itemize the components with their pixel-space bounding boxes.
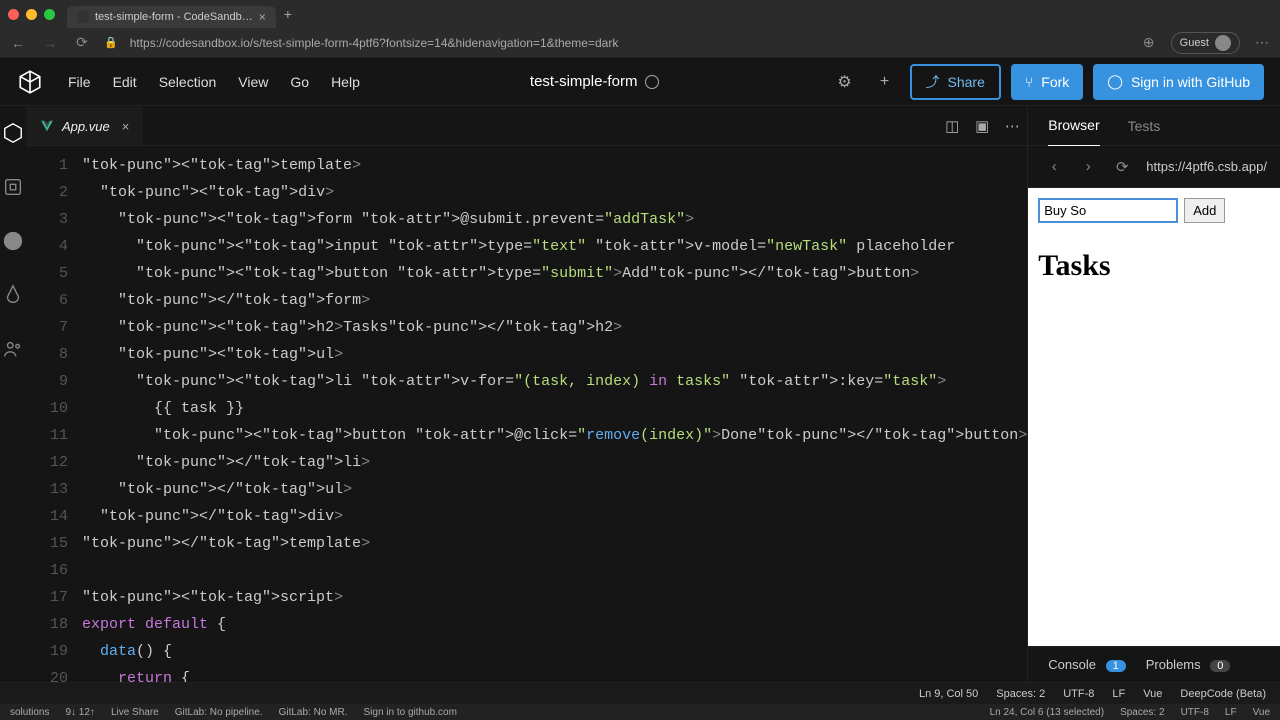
avatar-icon — [1215, 35, 1231, 51]
fork-icon: ⑂ — [1025, 74, 1033, 90]
menu-view[interactable]: View — [238, 74, 268, 90]
live-icon[interactable] — [0, 336, 26, 362]
git-commits[interactable]: 9↓ 12↑ — [65, 707, 94, 718]
main-menu: File Edit Selection View Go Help — [68, 74, 360, 90]
tasks-heading: Tasks — [1038, 249, 1280, 283]
bottom-encoding[interactable]: UTF-8 — [1181, 707, 1209, 718]
github-signin-button[interactable]: ◯ Sign in with GitHub — [1093, 64, 1264, 100]
traffic-lights — [8, 9, 55, 20]
console-bar: Console 1 Problems 0 ⌃ — [1028, 646, 1280, 682]
file-tab-label: App.vue — [62, 119, 110, 134]
lock-icon[interactable]: 🔒 — [104, 36, 118, 49]
language-mode[interactable]: Vue — [1143, 688, 1162, 700]
browser-menu-icon[interactable]: ⋯ — [1252, 34, 1272, 51]
reload-button[interactable]: ⟳ — [72, 34, 92, 51]
preview-pane: Browser Tests ‹ › ⟳ https://4ptf6.csb.ap… — [1027, 106, 1280, 682]
bottom-bar: solutions 9↓ 12↑ Live Share GitLab: No p… — [0, 704, 1280, 720]
project-title[interactable]: test-simple-form — [530, 73, 638, 90]
mac-minimize-button[interactable] — [26, 9, 37, 20]
favicon — [77, 11, 89, 23]
file-tab-close-icon[interactable]: × — [122, 119, 130, 134]
browser-url-bar: ← → ⟳ 🔒 https://codesandbox.io/s/test-si… — [0, 28, 1280, 58]
mac-fullscreen-button[interactable] — [44, 9, 55, 20]
settings-icon[interactable]: ⚙ — [830, 67, 860, 97]
gitlab-pipeline[interactable]: GitLab: No pipeline. — [175, 707, 263, 718]
tab-tests[interactable]: Tests — [1128, 118, 1161, 134]
add-icon[interactable]: + — [870, 67, 900, 97]
url-field[interactable]: https://codesandbox.io/s/test-simple-for… — [130, 36, 1127, 50]
menu-edit[interactable]: Edit — [113, 74, 137, 90]
add-button[interactable]: Add — [1184, 198, 1225, 223]
menu-selection[interactable]: Selection — [159, 74, 217, 90]
editor-area: App.vue × ◫ ▣ ⋯ 123456789101112131415161… — [26, 106, 1027, 682]
preview-tabs: Browser Tests — [1028, 106, 1280, 146]
codesandbox-logo[interactable] — [16, 68, 44, 96]
explorer-icon[interactable] — [0, 120, 26, 146]
bottom-spaces[interactable]: Spaces: 2 — [1120, 707, 1164, 718]
deepcode[interactable]: DeepCode (Beta) — [1180, 688, 1266, 700]
bottom-eol[interactable]: LF — [1225, 707, 1237, 718]
mac-close-button[interactable] — [8, 9, 19, 20]
mac-window-chrome: test-simple-form - CodeSandb… × + — [0, 0, 1280, 28]
menu-file[interactable]: File — [68, 74, 91, 90]
fork-button[interactable]: ⑂ Fork — [1011, 64, 1083, 100]
menu-help[interactable]: Help — [331, 74, 360, 90]
settings-panel-icon[interactable] — [0, 174, 26, 200]
status-bar: Ln 9, Col 50 Spaces: 2 UTF-8 LF Vue Deep… — [0, 682, 1280, 704]
solutions-item[interactable]: solutions — [10, 707, 49, 718]
console-count-badge: 1 — [1106, 660, 1126, 672]
more-icon[interactable]: ⋯ — [997, 117, 1027, 135]
github-icon: ◯ — [1107, 73, 1123, 90]
main-workspace: App.vue × ◫ ▣ ⋯ 123456789101112131415161… — [0, 106, 1280, 682]
preview-content: Add Tasks — [1028, 188, 1280, 646]
share-button[interactable]: ⤴ Share — [910, 64, 1001, 100]
browser-tab[interactable]: test-simple-form - CodeSandb… × — [67, 6, 276, 28]
codesandbox-menubar: File Edit Selection View Go Help test-si… — [0, 58, 1280, 106]
preview-reload-icon[interactable]: ⟳ — [1112, 158, 1132, 176]
tab-browser[interactable]: Browser — [1048, 106, 1099, 146]
eol[interactable]: LF — [1112, 688, 1125, 700]
preview-back-icon[interactable]: ‹ — [1044, 158, 1064, 175]
tab-close-icon[interactable]: × — [259, 10, 266, 24]
problems-count-badge: 0 — [1210, 660, 1230, 672]
console-tab[interactable]: Console 1 — [1048, 657, 1125, 672]
activity-bar — [0, 106, 26, 682]
editor-tabs: App.vue × ◫ ▣ ⋯ — [26, 106, 1027, 146]
split-editor-icon[interactable]: ◫ — [937, 117, 967, 135]
guest-profile[interactable]: Guest — [1171, 32, 1240, 54]
liveshare-item[interactable]: Live Share — [111, 707, 159, 718]
share-icon: ⤴ — [926, 72, 940, 92]
bottom-lang[interactable]: Vue — [1253, 707, 1270, 718]
new-tab-button[interactable]: + — [284, 6, 292, 22]
vue-icon — [40, 119, 54, 133]
selection-info[interactable]: Ln 24, Col 6 (13 selected) — [990, 707, 1105, 718]
layout-icon[interactable]: ▣ — [967, 117, 997, 135]
forward-button[interactable]: → — [40, 35, 60, 51]
deploy-icon[interactable] — [0, 282, 26, 308]
preview-url[interactable]: https://4ptf6.csb.app/ — [1146, 159, 1267, 174]
encoding[interactable]: UTF-8 — [1063, 688, 1094, 700]
globe-icon[interactable] — [645, 75, 659, 89]
cursor-position[interactable]: Ln 9, Col 50 — [919, 688, 978, 700]
preview-forward-icon[interactable]: › — [1078, 158, 1098, 175]
problems-tab[interactable]: Problems 0 — [1146, 657, 1231, 672]
zoom-icon[interactable]: ⊕ — [1139, 34, 1159, 51]
back-button[interactable]: ← — [8, 35, 28, 51]
indentation[interactable]: Spaces: 2 — [996, 688, 1045, 700]
task-input[interactable] — [1038, 198, 1178, 223]
code-editor[interactable]: 1234567891011121314151617181920 "tok-pun… — [26, 146, 1027, 682]
preview-url-bar: ‹ › ⟳ https://4ptf6.csb.app/ ✧ ⧉ — [1028, 146, 1280, 188]
menu-go[interactable]: Go — [290, 74, 309, 90]
github-panel-icon[interactable] — [0, 228, 26, 254]
code-body[interactable]: "tok-punc"><"tok-tag">template> "tok-pun… — [82, 146, 1027, 682]
file-tab-app-vue[interactable]: App.vue × — [26, 107, 143, 145]
line-gutter: 1234567891011121314151617181920 — [26, 146, 82, 682]
browser-tab-title: test-simple-form - CodeSandb… — [95, 11, 253, 23]
github-signin[interactable]: Sign in to github.com — [364, 707, 457, 718]
gitlab-mr[interactable]: GitLab: No MR. — [279, 707, 348, 718]
